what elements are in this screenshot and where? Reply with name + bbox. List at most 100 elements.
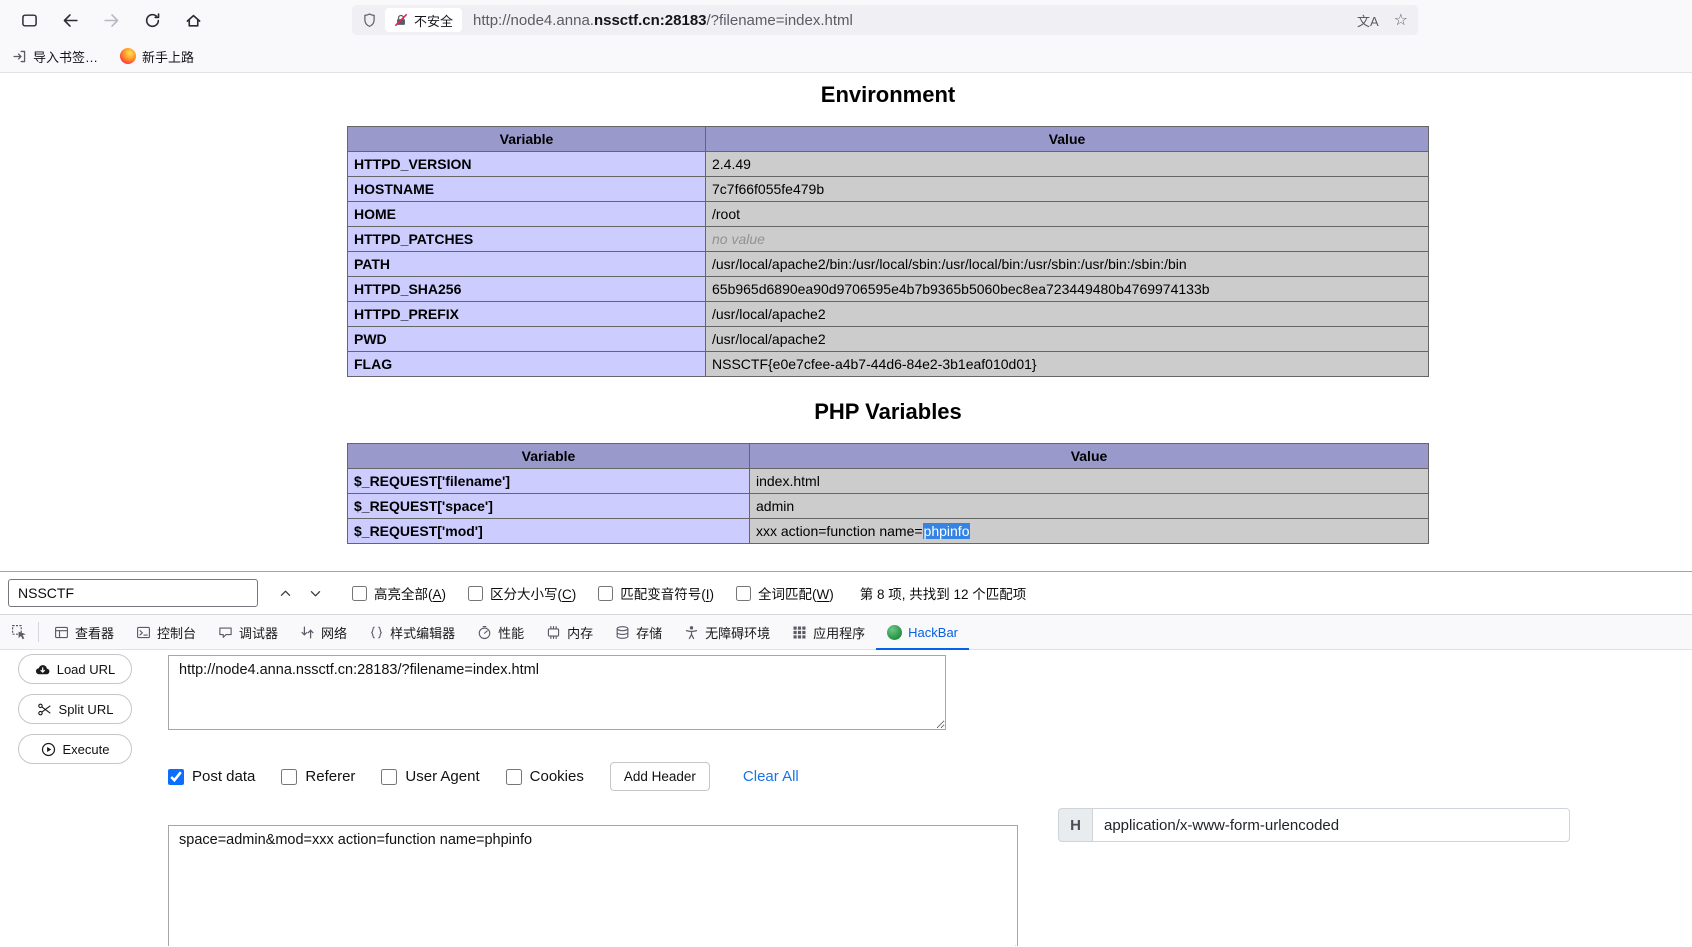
table-row: PWD/usr/local/apache2 [347, 326, 1429, 352]
stopwatch-icon [477, 625, 492, 640]
value-cell: /usr/local/apache2/bin:/usr/local/sbin:/… [705, 251, 1429, 277]
variable-cell: $_REQUEST['mod'] [347, 518, 750, 544]
table-row: $_REQUEST['space'] admin [347, 493, 1429, 519]
column-header-value: Value [749, 443, 1429, 469]
variable-cell: HOME [347, 201, 706, 227]
column-header-value: Value [705, 126, 1429, 152]
permissions-shield-icon[interactable] [362, 12, 377, 28]
hackbar-icon [887, 624, 903, 640]
home-icon[interactable] [176, 5, 210, 35]
table-row: HTTPD_SHA256 65b965d6890ea90d9706595e4b7b… [347, 276, 1429, 302]
separator [38, 622, 39, 642]
grid-icon [792, 625, 807, 640]
referer-checkbox[interactable] [281, 768, 298, 785]
match-diacritics-checkbox[interactable] [598, 585, 614, 601]
tab-hackbar[interactable]: HackBar [876, 615, 969, 650]
tab-performance[interactable]: 性能 [466, 615, 535, 649]
find-next-button[interactable] [300, 579, 330, 607]
post-data-textarea[interactable]: space=admin&mod=xxx action=function name… [168, 825, 1018, 946]
insecure-badge[interactable]: 不安全 [385, 8, 463, 32]
tab-inspector[interactable]: 查看器 [43, 615, 125, 649]
inspector-icon [54, 625, 69, 640]
cloud-download-icon [35, 664, 50, 674]
find-option-whole-words[interactable]: 全词匹配(W) [736, 583, 834, 603]
value-cell: xxx action=function name=phpinfo [749, 518, 1429, 544]
load-url-button[interactable]: Load URL [18, 654, 132, 684]
value-cell: /usr/local/apache2 [705, 326, 1429, 352]
user-agent-checkbox[interactable] [381, 768, 398, 785]
accessibility-person-icon [684, 625, 699, 640]
variable-cell: PWD [347, 326, 706, 352]
network-icon [300, 625, 315, 640]
clear-all-link[interactable]: Clear All [743, 768, 799, 785]
tab-console[interactable]: 控制台 [125, 615, 207, 649]
value-cell: /usr/local/apache2 [705, 301, 1429, 327]
devtools-panel: 高亮全部(A) 区分大小写(C) 匹配变音符号(I) 全词匹配(W) 第 8 项… [0, 571, 1692, 947]
forward-icon[interactable] [94, 5, 128, 35]
value-cell: index.html [749, 468, 1429, 494]
referer-toggle[interactable]: Referer [281, 768, 355, 785]
bookmark-getting-started[interactable]: 新手上路 [120, 47, 194, 66]
hackbar-panel: Load URL Split URL Execute http://node4.… [0, 650, 1692, 946]
bookmarks-bar: 导入书签… 新手上路 [0, 40, 1692, 73]
find-option-match-case[interactable]: 区分大小写(C) [468, 583, 576, 603]
tab-style-editor[interactable]: 样式编辑器 [358, 615, 466, 649]
table-row: HTTPD_VERSION 2.4.49 [347, 151, 1429, 177]
firefox-view-icon[interactable] [12, 5, 46, 35]
tab-application[interactable]: 应用程序 [781, 615, 876, 649]
back-icon[interactable] [53, 5, 87, 35]
php-variables-title: PHP Variables [814, 399, 962, 424]
header-value-input[interactable] [1092, 808, 1570, 842]
environment-title: Environment [820, 82, 956, 107]
custom-header-row: H [1058, 808, 1570, 842]
user-agent-toggle[interactable]: User Agent [381, 768, 480, 785]
bookmark-label: 新手上路 [142, 49, 195, 65]
import-bookmarks-icon [13, 50, 26, 62]
translate-icon[interactable]: 文A [1357, 11, 1379, 30]
split-url-button[interactable]: Split URL [18, 694, 132, 724]
lock-slash-icon [394, 13, 408, 27]
bookmark-import[interactable]: 导入书签… [12, 47, 98, 66]
url-domain: nssctf.cn:28183 [593, 11, 707, 29]
cookies-checkbox[interactable] [505, 768, 522, 785]
tab-storage[interactable]: 存储 [604, 615, 673, 649]
post-data-toggle[interactable]: Post data [168, 768, 255, 785]
variable-cell: HTTPD_PREFIX [347, 301, 706, 327]
tab-memory[interactable]: 内存 [535, 615, 604, 649]
find-option-match-diacritics[interactable]: 匹配变音符号(I) [598, 583, 714, 603]
pick-element-button[interactable] [0, 615, 38, 649]
tab-accessibility[interactable]: 无障碍环境 [673, 615, 781, 649]
value-cell: no value [705, 226, 1429, 252]
bookmark-star-icon[interactable]: ☆ [1394, 10, 1408, 30]
reload-icon[interactable] [135, 5, 169, 35]
address-bar[interactable]: 不安全 http://node4.anna.nssctf.cn:28183/?f… [352, 5, 1418, 35]
url-textarea[interactable]: http://node4.anna.nssctf.cn:28183/?filen… [168, 655, 946, 730]
add-header-button[interactable]: Add Header [609, 762, 710, 791]
bookmark-label: 导入书签… [33, 49, 99, 65]
find-option-highlight-all[interactable]: 高亮全部(A) [352, 583, 446, 603]
table-row: HOSTNAME 7c7f66f055fe479b [347, 176, 1429, 202]
cookies-toggle[interactable]: Cookies [505, 768, 584, 785]
tab-network[interactable]: 网络 [289, 615, 358, 649]
value-cell: NSSCTF{e0e7cfee-a4b7-44d6-84e2-3b1eaf010… [705, 351, 1429, 377]
memory-chip-icon [546, 625, 561, 640]
execute-button[interactable]: Execute [18, 734, 132, 764]
tab-debugger[interactable]: 调试器 [207, 615, 289, 649]
environment-table: Variable Value HTTPD_VERSION 2.4.49 HOSTN… [347, 126, 1429, 377]
url-path: /?filename=index.html [706, 11, 853, 29]
browser-toolbar: 不安全 http://node4.anna.nssctf.cn:28183/?f… [0, 0, 1692, 40]
match-case-checkbox[interactable] [468, 585, 484, 601]
column-header-variable: Variable [347, 126, 706, 152]
php-variables-table: Variable Value $_REQUEST['filename'] inde… [347, 443, 1429, 544]
table-row: PATH/usr/local/apache2/bin:/usr/local/sb… [347, 251, 1429, 277]
value-text: xxx action=function name= [756, 523, 923, 539]
whole-words-checkbox[interactable] [736, 585, 752, 601]
find-previous-button[interactable] [270, 579, 300, 607]
post-data-checkbox[interactable] [168, 768, 184, 785]
no-value-text: no value [712, 231, 765, 247]
value-cell: 7c7f66f055fe479b [705, 176, 1429, 202]
hackbar-options-row: Post data Referer User Agent Cookies Add… [168, 762, 799, 791]
variable-cell: HTTPD_VERSION [347, 151, 706, 177]
highlight-all-checkbox[interactable] [352, 585, 367, 601]
find-input[interactable] [8, 579, 258, 607]
